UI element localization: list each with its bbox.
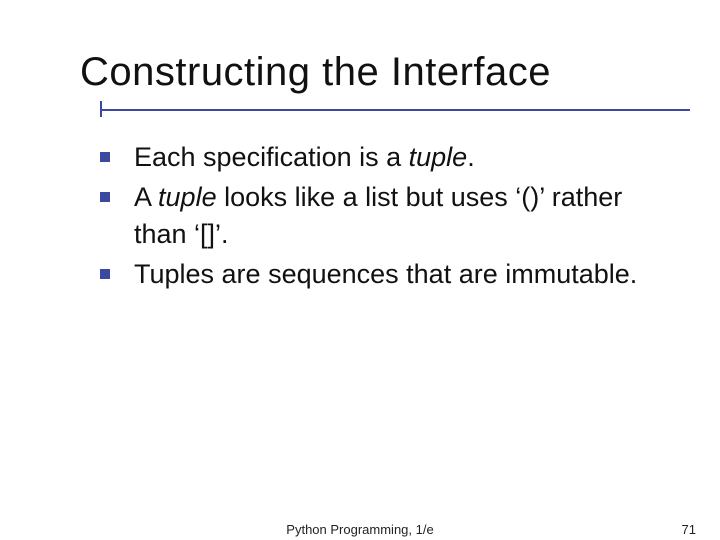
slide-body: Each specification is a tuple. A tuple l…	[80, 139, 670, 293]
bullet-list: Each specification is a tuple. A tuple l…	[80, 139, 670, 293]
bullet-text: A	[134, 182, 158, 212]
list-item: Each specification is a tuple.	[100, 139, 670, 175]
footer-center-text: Python Programming, 1/e	[0, 522, 720, 537]
bullet-text: .	[467, 142, 475, 172]
slide-title: Constructing the Interface	[80, 50, 670, 95]
page-number: 71	[682, 522, 696, 537]
bullet-text: Each specification is a	[134, 142, 409, 172]
slide: Constructing the Interface Each specific…	[0, 0, 720, 540]
list-item: A tuple looks like a list but uses ‘()’ …	[100, 179, 670, 252]
bullet-emph: tuple	[409, 142, 468, 172]
title-underline	[80, 101, 670, 121]
bullet-emph: tuple	[158, 182, 217, 212]
list-item: Tuples are sequences that are immutable.	[100, 256, 670, 292]
bullet-text: Tuples are sequences that are immutable.	[134, 259, 637, 289]
